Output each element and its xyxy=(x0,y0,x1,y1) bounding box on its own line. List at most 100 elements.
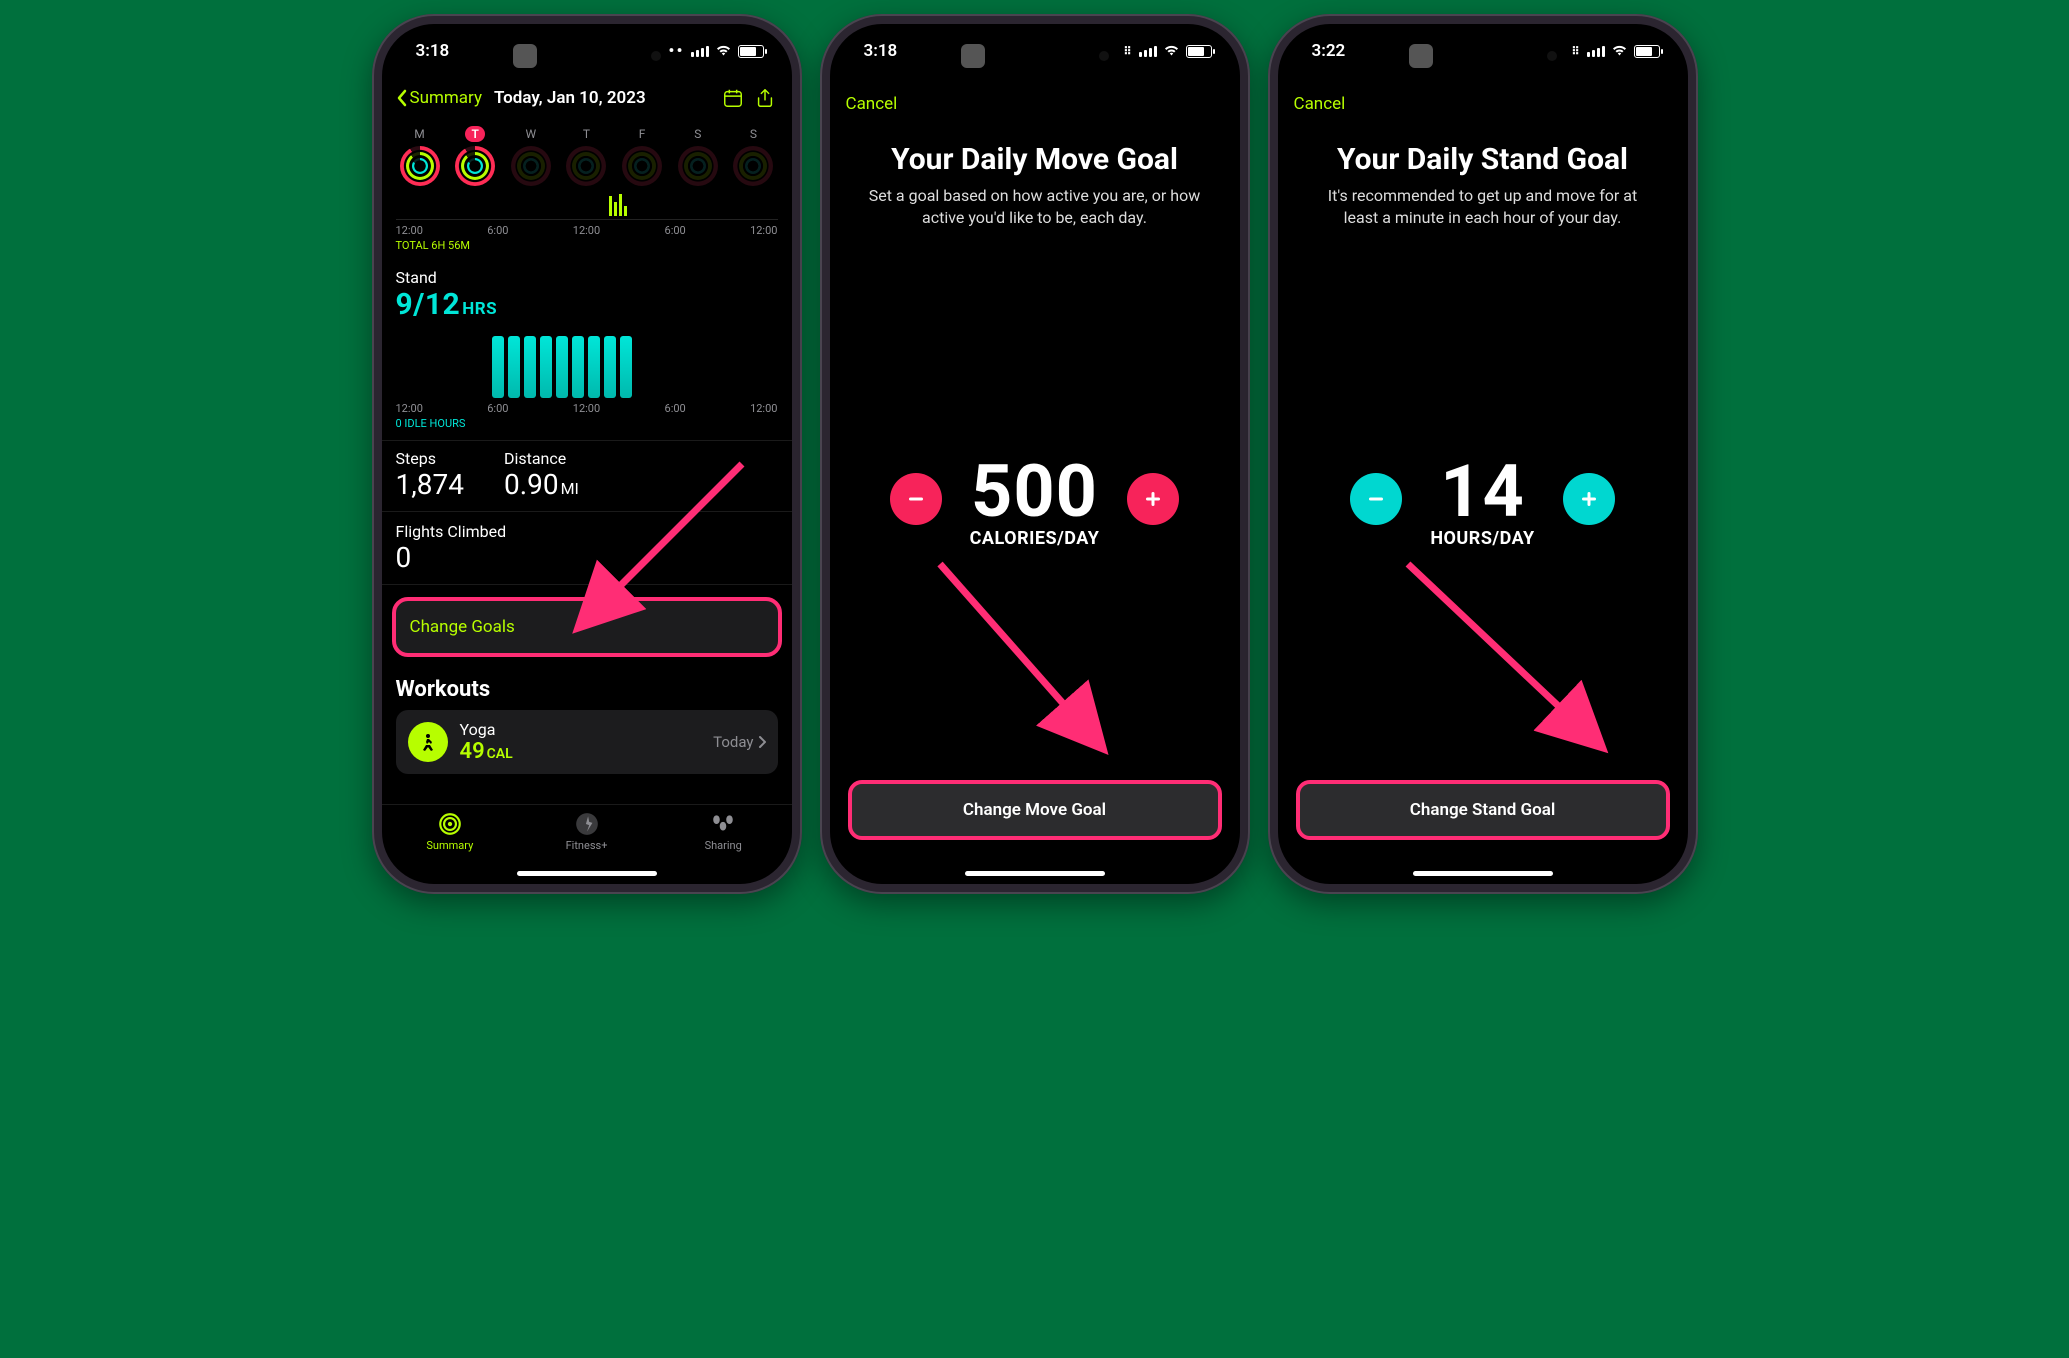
workouts-header: Workouts xyxy=(382,669,792,710)
tab-summary[interactable]: Summary xyxy=(382,811,519,884)
day-sun[interactable]: S xyxy=(729,126,777,186)
home-indicator[interactable] xyxy=(965,871,1105,876)
stand-chart xyxy=(396,328,778,398)
move-axis: 12:006:0012:006:0012:00 xyxy=(382,222,792,237)
stand-section: Stand 9/12HRS xyxy=(382,260,792,400)
workout-calories: 49CAL xyxy=(460,739,513,764)
home-indicator[interactable] xyxy=(1413,871,1553,876)
tab-sharing[interactable]: Sharing xyxy=(655,811,792,884)
day-thu[interactable]: T xyxy=(562,126,610,186)
move-total-label: TOTAL 6H 56M xyxy=(382,237,792,260)
plus-icon xyxy=(1577,487,1601,511)
steps-label: Steps xyxy=(396,449,464,468)
cancel-button[interactable]: Cancel xyxy=(830,78,1240,118)
page-description: Set a goal based on how active you are, … xyxy=(830,185,1240,230)
minus-icon xyxy=(904,487,928,511)
wifi-icon xyxy=(1611,41,1628,61)
status-time: 3:22 xyxy=(1312,41,1346,61)
calendar-icon xyxy=(722,87,744,109)
change-stand-goal-button[interactable]: Change Stand Goal xyxy=(1296,780,1670,840)
battery-icon xyxy=(1186,45,1212,58)
cellular-icon xyxy=(691,45,709,57)
cancel-button[interactable]: Cancel xyxy=(1278,78,1688,118)
week-selector: M T W T F S S xyxy=(382,118,792,190)
yoga-icon xyxy=(408,722,448,762)
decrease-button[interactable] xyxy=(890,473,942,525)
wifi-icon xyxy=(715,41,732,61)
day-tue[interactable]: T xyxy=(451,126,499,186)
day-mon[interactable]: M xyxy=(396,126,444,186)
chevron-right-icon xyxy=(758,735,766,749)
flights-metric: Flights Climbed 0 xyxy=(382,512,792,585)
phone-2: 3:18 ⠿ Cancel Your Daily Move Goal Set a… xyxy=(820,14,1250,894)
plus-icon xyxy=(1141,487,1165,511)
stand-label: Stand xyxy=(396,268,778,287)
move-spark-chart xyxy=(396,194,778,220)
goal-unit: HOURS/DAY xyxy=(1430,528,1534,549)
distance-label: Distance xyxy=(504,449,579,468)
screen-move-goal: 3:18 ⠿ Cancel Your Daily Move Goal Set a… xyxy=(830,24,1240,884)
status-time: 3:18 xyxy=(416,41,450,61)
goal-stepper: 14 HOURS/DAY xyxy=(1278,230,1688,768)
dynamic-island xyxy=(507,38,667,74)
workout-name: Yoga xyxy=(460,720,513,739)
stand-value: 9/12HRS xyxy=(396,287,778,322)
activity-ring-icon xyxy=(622,146,662,186)
flights-label: Flights Climbed xyxy=(396,522,778,541)
activity-ring-icon xyxy=(678,146,718,186)
battery-icon xyxy=(1634,45,1660,58)
goal-unit: CALORIES/DAY xyxy=(970,528,1100,549)
chevron-left-icon xyxy=(396,89,408,107)
metrics-row: Steps 1,874 Distance 0.90MI xyxy=(382,440,792,512)
increase-button[interactable] xyxy=(1127,473,1179,525)
activity-ring-icon xyxy=(566,146,606,186)
flights-value: 0 xyxy=(396,541,778,574)
share-icon xyxy=(754,87,776,109)
goal-value: 14 xyxy=(1430,449,1534,534)
fitness-icon xyxy=(574,811,600,837)
page-title: Your Daily Stand Goal xyxy=(1278,118,1688,185)
phone-1: 3:18 ••• Summary Today, Jan 10, 2023 xyxy=(372,14,802,894)
day-wed[interactable]: W xyxy=(507,126,555,186)
rings-icon xyxy=(437,811,463,837)
day-fri[interactable]: F xyxy=(618,126,666,186)
nav-bar: Summary Today, Jan 10, 2023 xyxy=(382,78,792,118)
increase-button[interactable] xyxy=(1563,473,1615,525)
activity-ring-icon xyxy=(455,146,495,186)
back-label: Summary xyxy=(410,88,482,108)
status-time: 3:18 xyxy=(864,41,898,61)
steps-metric: Steps 1,874 xyxy=(396,449,464,501)
workout-card[interactable]: Yoga 49CAL Today xyxy=(396,710,778,774)
calendar-button[interactable] xyxy=(720,85,746,111)
cellular-icon xyxy=(1587,45,1605,57)
cellular-icon xyxy=(1139,45,1157,57)
phone-3: 3:22 ⠿ Cancel Your Daily Stand Goal It's… xyxy=(1268,14,1698,894)
workout-when: Today xyxy=(713,733,765,751)
home-indicator[interactable] xyxy=(517,871,657,876)
goal-value: 500 xyxy=(970,449,1100,534)
share-button[interactable] xyxy=(752,85,778,111)
change-goals-button[interactable]: Change Goals xyxy=(392,597,782,657)
screen-activity: 3:18 ••• Summary Today, Jan 10, 2023 xyxy=(382,24,792,884)
battery-icon xyxy=(738,45,764,58)
minus-icon xyxy=(1364,487,1388,511)
change-move-goal-button[interactable]: Change Move Goal xyxy=(848,780,1222,840)
activity-ring-icon xyxy=(400,146,440,186)
goal-stepper: 500 CALORIES/DAY xyxy=(830,230,1240,768)
activity-ring-icon xyxy=(511,146,551,186)
dynamic-island xyxy=(1403,38,1563,74)
idle-hours-label: 0 IDLE HOURS xyxy=(382,415,792,440)
page-title: Today, Jan 10, 2023 xyxy=(494,88,646,108)
page-description: It's recommended to get up and move for … xyxy=(1278,185,1688,230)
screen-stand-goal: 3:22 ⠿ Cancel Your Daily Stand Goal It's… xyxy=(1278,24,1688,884)
distance-metric: Distance 0.90MI xyxy=(504,449,579,501)
decrease-button[interactable] xyxy=(1350,473,1402,525)
back-button[interactable]: Summary xyxy=(396,88,482,108)
stand-axis: 12:006:0012:006:0012:00 xyxy=(382,400,792,415)
day-sat[interactable]: S xyxy=(674,126,722,186)
sharing-icon xyxy=(710,811,736,837)
dots-icon: ⠿ xyxy=(1571,45,1580,58)
dynamic-island xyxy=(955,38,1115,74)
dots-icon: ⠿ xyxy=(1123,45,1132,58)
page-title: Your Daily Move Goal xyxy=(830,118,1240,185)
